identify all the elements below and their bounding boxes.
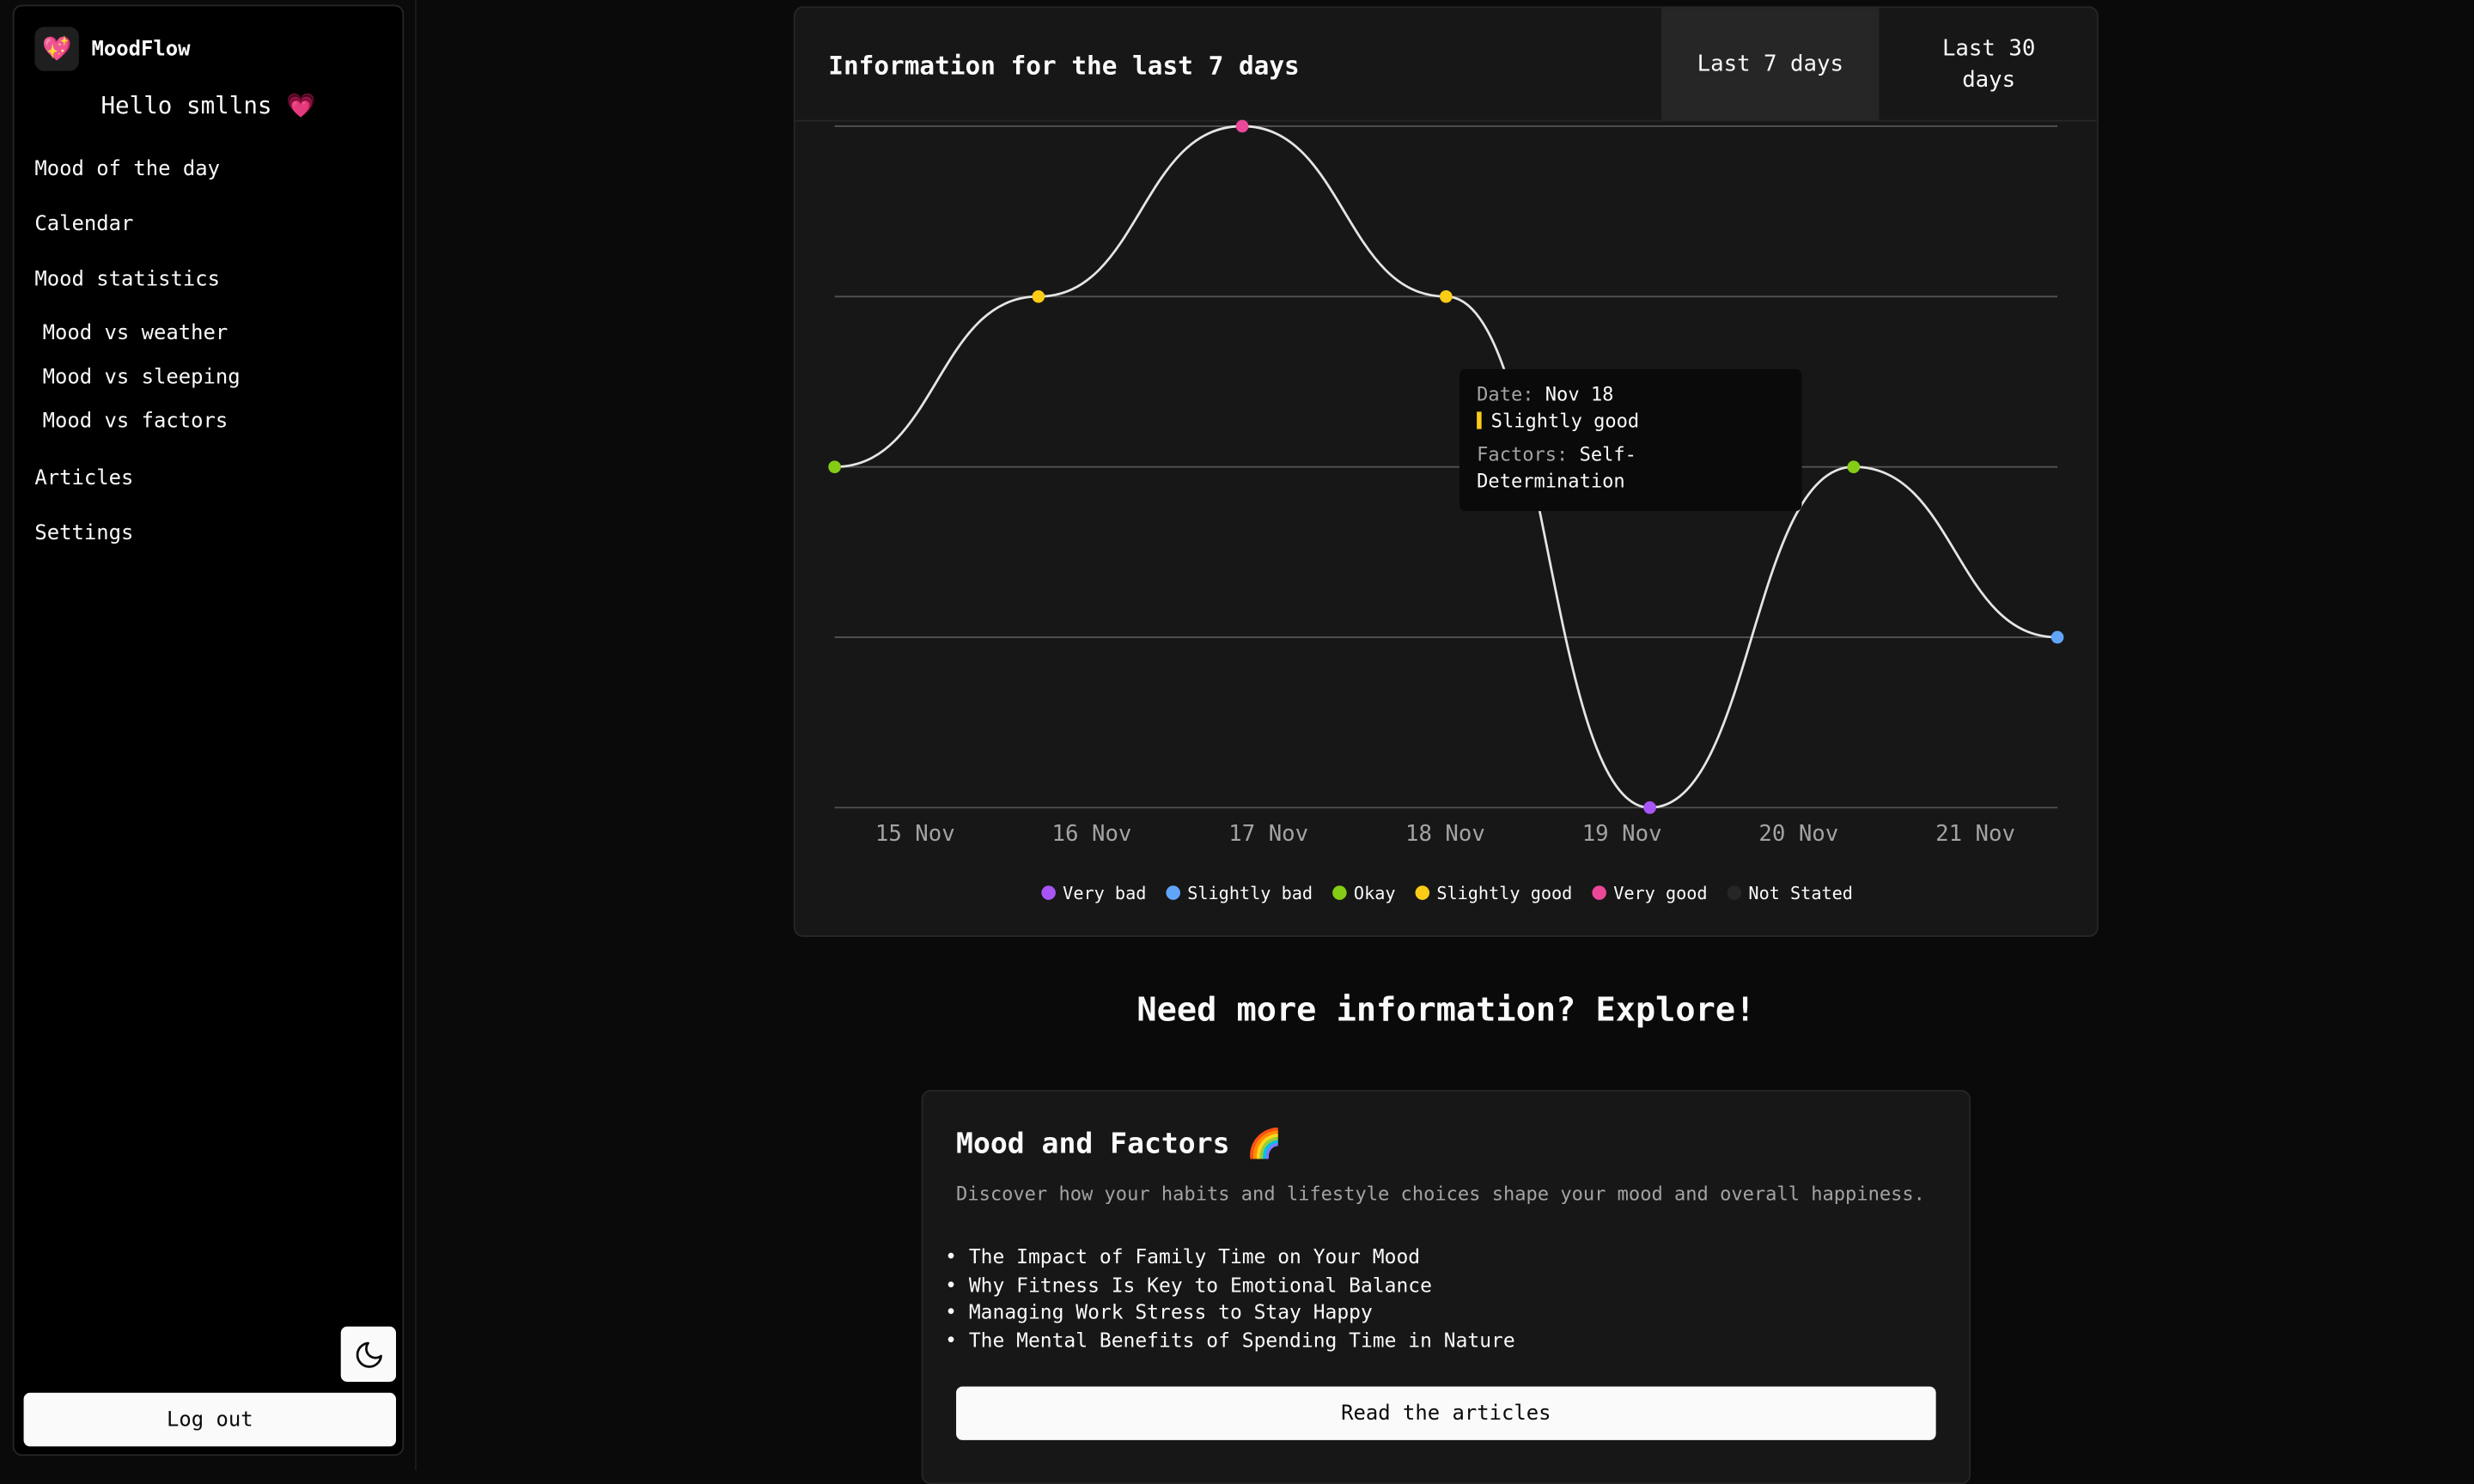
chart-tooltip: Date: Nov 18 Slightly good Factors: Self… [1459, 368, 1802, 512]
tooltip-date-value: Nov 18 [1545, 383, 1614, 406]
greeting-text: Hello smllns [101, 91, 287, 120]
list-item: The Impact of Family Time on Your Mood [945, 1243, 1515, 1270]
tooltip-date-label: Date: [1477, 383, 1534, 406]
heart-icon: 💗 [286, 91, 316, 120]
mood-chart-card: Information for the last 7 days Last 7 d… [793, 6, 2099, 937]
sidebar-item-articles[interactable]: Articles [34, 462, 381, 517]
x-tick-label: 21 Nov [1935, 821, 2015, 847]
app-name: MoodFlow [91, 37, 191, 61]
data-point [1235, 119, 1249, 133]
sidebar-subitem-mood-vs-sleeping[interactable]: Mood vs sleeping [34, 362, 381, 406]
tooltip-factors-label: Factors: [1477, 443, 1569, 465]
legend-label: Slightly good [1436, 883, 1572, 903]
greeting: Hello smllns 💗 [15, 92, 403, 120]
tooltip-mood-swatch [1477, 411, 1482, 429]
legend-label: Slightly bad [1187, 883, 1313, 903]
data-point [1439, 289, 1453, 303]
tooltip-mood-row: Slightly good [1477, 409, 1784, 435]
legend-swatch [1415, 885, 1430, 900]
sidebar-item-mood-statistics[interactable]: Mood statistics [34, 264, 381, 319]
legend-swatch [1592, 885, 1606, 900]
sidebar: 💖 MoodFlow Hello smllns 💗 Mood of the da… [12, 4, 405, 1457]
articles-list: The Impact of Family Time on Your Mood W… [945, 1243, 1515, 1353]
data-point [1847, 460, 1861, 474]
theme-toggle-button[interactable] [340, 1326, 397, 1382]
list-item: Why Fitness Is Key to Emotional Balance [945, 1270, 1515, 1298]
sidebar-divider [415, 0, 417, 1470]
tooltip-spacer [1477, 435, 1784, 441]
x-tick-label: 15 Nov [875, 821, 955, 847]
sidebar-item-calendar[interactable]: Calendar [34, 208, 381, 263]
tooltip-date-row: Date: Nov 18 [1477, 381, 1784, 408]
logout-button[interactable]: Log out [23, 1392, 397, 1447]
articles-card-title-text: Mood and Factors [956, 1128, 1247, 1161]
list-item: Managing Work Stress to Stay Happy [945, 1298, 1515, 1326]
legend-label: Okay [1354, 883, 1396, 903]
x-tick-label: 20 Nov [1758, 821, 1838, 847]
tooltip-factors-row: Factors: Self-Determination [1477, 441, 1784, 495]
x-tick-label: 16 Nov [1052, 821, 1132, 847]
legend-swatch [1166, 885, 1180, 900]
legend-swatch [1727, 885, 1742, 900]
mood-line-chart: 15 Nov 16 Nov 17 Nov 18 Nov 19 Nov 20 Nov 21 N… [828, 119, 2064, 903]
legend-swatch [1332, 885, 1347, 900]
list-item: The Mental Benefits of Spending Time in … [945, 1326, 1515, 1353]
moon-icon [355, 1341, 382, 1367]
heart-logo-icon: 💖 [34, 27, 79, 71]
articles-card-description: Discover how your habits and lifestyle c… [956, 1183, 1925, 1206]
brand[interactable]: 💖 MoodFlow [34, 27, 191, 71]
x-tick-label: 17 Nov [1228, 821, 1308, 847]
x-tick-label: 18 Nov [1405, 821, 1485, 847]
articles-card: Mood and Factors 🌈 Discover how your hab… [921, 1090, 1971, 1484]
legend-label: Not Stated [1748, 883, 1853, 903]
legend-label: Very good [1613, 883, 1707, 903]
read-articles-button[interactable]: Read the articles [956, 1386, 1936, 1440]
legend-label: Very bad [1063, 883, 1146, 903]
rainbow-icon: 🌈 [1246, 1128, 1283, 1161]
data-point [1643, 801, 1656, 814]
data-point [1032, 289, 1045, 303]
sidebar-nav: Mood of the day Calendar Mood statistics… [34, 153, 381, 573]
sidebar-item-settings[interactable]: Settings [34, 517, 381, 572]
sidebar-item-mood-of-the-day[interactable]: Mood of the day [34, 153, 381, 208]
app-root: 💖 MoodFlow Hello smllns 💗 Mood of the da… [0, 0, 2474, 1484]
x-tick-label: 19 Nov [1582, 821, 1662, 847]
data-point [828, 460, 841, 474]
sidebar-subitem-mood-vs-factors[interactable]: Mood vs factors [34, 407, 381, 451]
tooltip-mood-value: Slightly good [1490, 410, 1640, 433]
sidebar-subitem-mood-vs-weather[interactable]: Mood vs weather [34, 319, 381, 362]
legend-swatch [1041, 885, 1056, 900]
articles-card-title: Mood and Factors 🌈 [956, 1128, 1283, 1161]
explore-heading: Need more information? Explore! [1136, 990, 1756, 1029]
data-point [2050, 630, 2064, 644]
